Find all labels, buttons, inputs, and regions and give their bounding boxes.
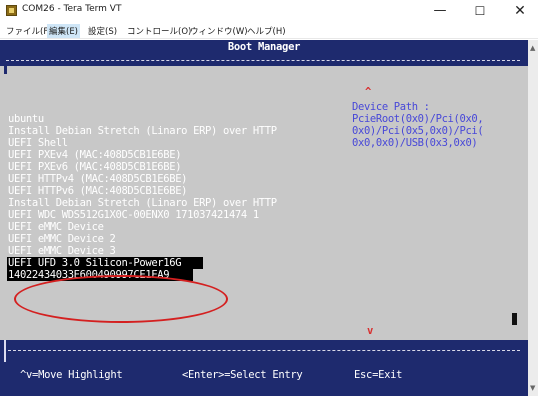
boot-entry[interactable]: UEFI WDC WDS512G1X0C-00ENX0 171037421474… (8, 209, 259, 221)
footer-move-hint: ^v=Move Highlight (20, 369, 123, 381)
window-scrollbar[interactable]: ▲ ▼ (528, 40, 538, 396)
boot-entry[interactable]: UEFI HTTPv4 (MAC:408D5CB1E6BE) (8, 173, 188, 185)
menu-help[interactable]: ヘルプ(H) (245, 24, 288, 38)
header-dashed-rule (6, 60, 520, 61)
device-path-label: Device Path : (352, 101, 430, 113)
boot-entry[interactable]: UEFI PXEv4 (MAC:408D5CB1E6BE) (8, 149, 182, 161)
menu-settings[interactable]: 設定(S) (86, 24, 119, 38)
boot-manager-title: Boot Manager (227, 41, 301, 53)
boot-entry[interactable]: UEFI eMMC Device 3 (8, 245, 116, 257)
device-path-line: 0x0,0x0)/USB(0x3,0x0) (352, 137, 478, 149)
red-highlight-ellipse (14, 275, 228, 323)
menu-bar: ファイル(F) 編集(E) 設定(S) コントロール(O) ウィンドウ(W) ヘ… (0, 22, 538, 39)
window-title: COM26 - Tera Term VT (22, 4, 122, 14)
footer-dashed-rule (8, 350, 520, 351)
title-bar: COM26 - Tera Term VT — ☐ ✕ (0, 0, 538, 22)
close-button[interactable]: ✕ (500, 0, 538, 22)
terminal-scroll-thumb (512, 313, 517, 325)
footer-left-frame (4, 340, 6, 362)
boot-entry[interactable]: Install Debian Stretch (Linaro ERP) over… (8, 197, 277, 209)
menu-edit[interactable]: 編集(E) (47, 24, 81, 38)
left-frame-stub (4, 66, 7, 74)
boot-manager-footer: ^v=Move Highlight <Enter>=Select Entry E… (0, 340, 528, 396)
scroll-up-indicator: ^ (365, 86, 371, 98)
tera-term-app-icon (6, 5, 17, 16)
boot-entry[interactable]: UEFI HTTPv6 (MAC:408D5CB1E6BE) (8, 185, 188, 197)
footer-select-hint: <Enter>=Select Entry (182, 369, 303, 381)
minimize-button[interactable]: — (420, 0, 460, 22)
menu-window[interactable]: ウィンドウ(W) (188, 24, 250, 38)
scroll-down-indicator: v (367, 325, 373, 337)
maximize-button[interactable]: ☐ (460, 0, 500, 22)
scroll-down-arrow-icon[interactable]: ▼ (530, 384, 535, 392)
header-divider (0, 54, 528, 66)
boot-entry[interactable]: UEFI Shell (8, 137, 68, 149)
scroll-up-arrow-icon[interactable]: ▲ (530, 44, 535, 52)
selected-boot-entry[interactable]: UEFI UFD 3.0 Silicon-Power16G (8, 257, 182, 269)
menu-control[interactable]: コントロール(O) (125, 24, 193, 38)
boot-entry[interactable]: UEFI eMMC Device 2 (8, 233, 116, 245)
device-path-line: PcieRoot(0x0)/Pci(0x0, (352, 113, 484, 125)
device-path-line: 0x0)/Pci(0x5,0x0)/Pci( (352, 125, 484, 137)
boot-entry[interactable]: UEFI PXEv6 (MAC:408D5CB1E6BE) (8, 161, 182, 173)
boot-entry[interactable]: Install Debian Stretch (Linaro ERP) over… (8, 125, 277, 137)
boot-manager-header: Boot Manager (0, 40, 528, 54)
terminal-screen[interactable]: Boot Manager ^ ubuntu Install Debian Str… (0, 40, 528, 396)
boot-entry[interactable]: ubuntu (8, 113, 44, 125)
boot-entry[interactable]: UEFI eMMC Device (8, 221, 104, 233)
footer-exit-hint: Esc=Exit (354, 369, 403, 381)
